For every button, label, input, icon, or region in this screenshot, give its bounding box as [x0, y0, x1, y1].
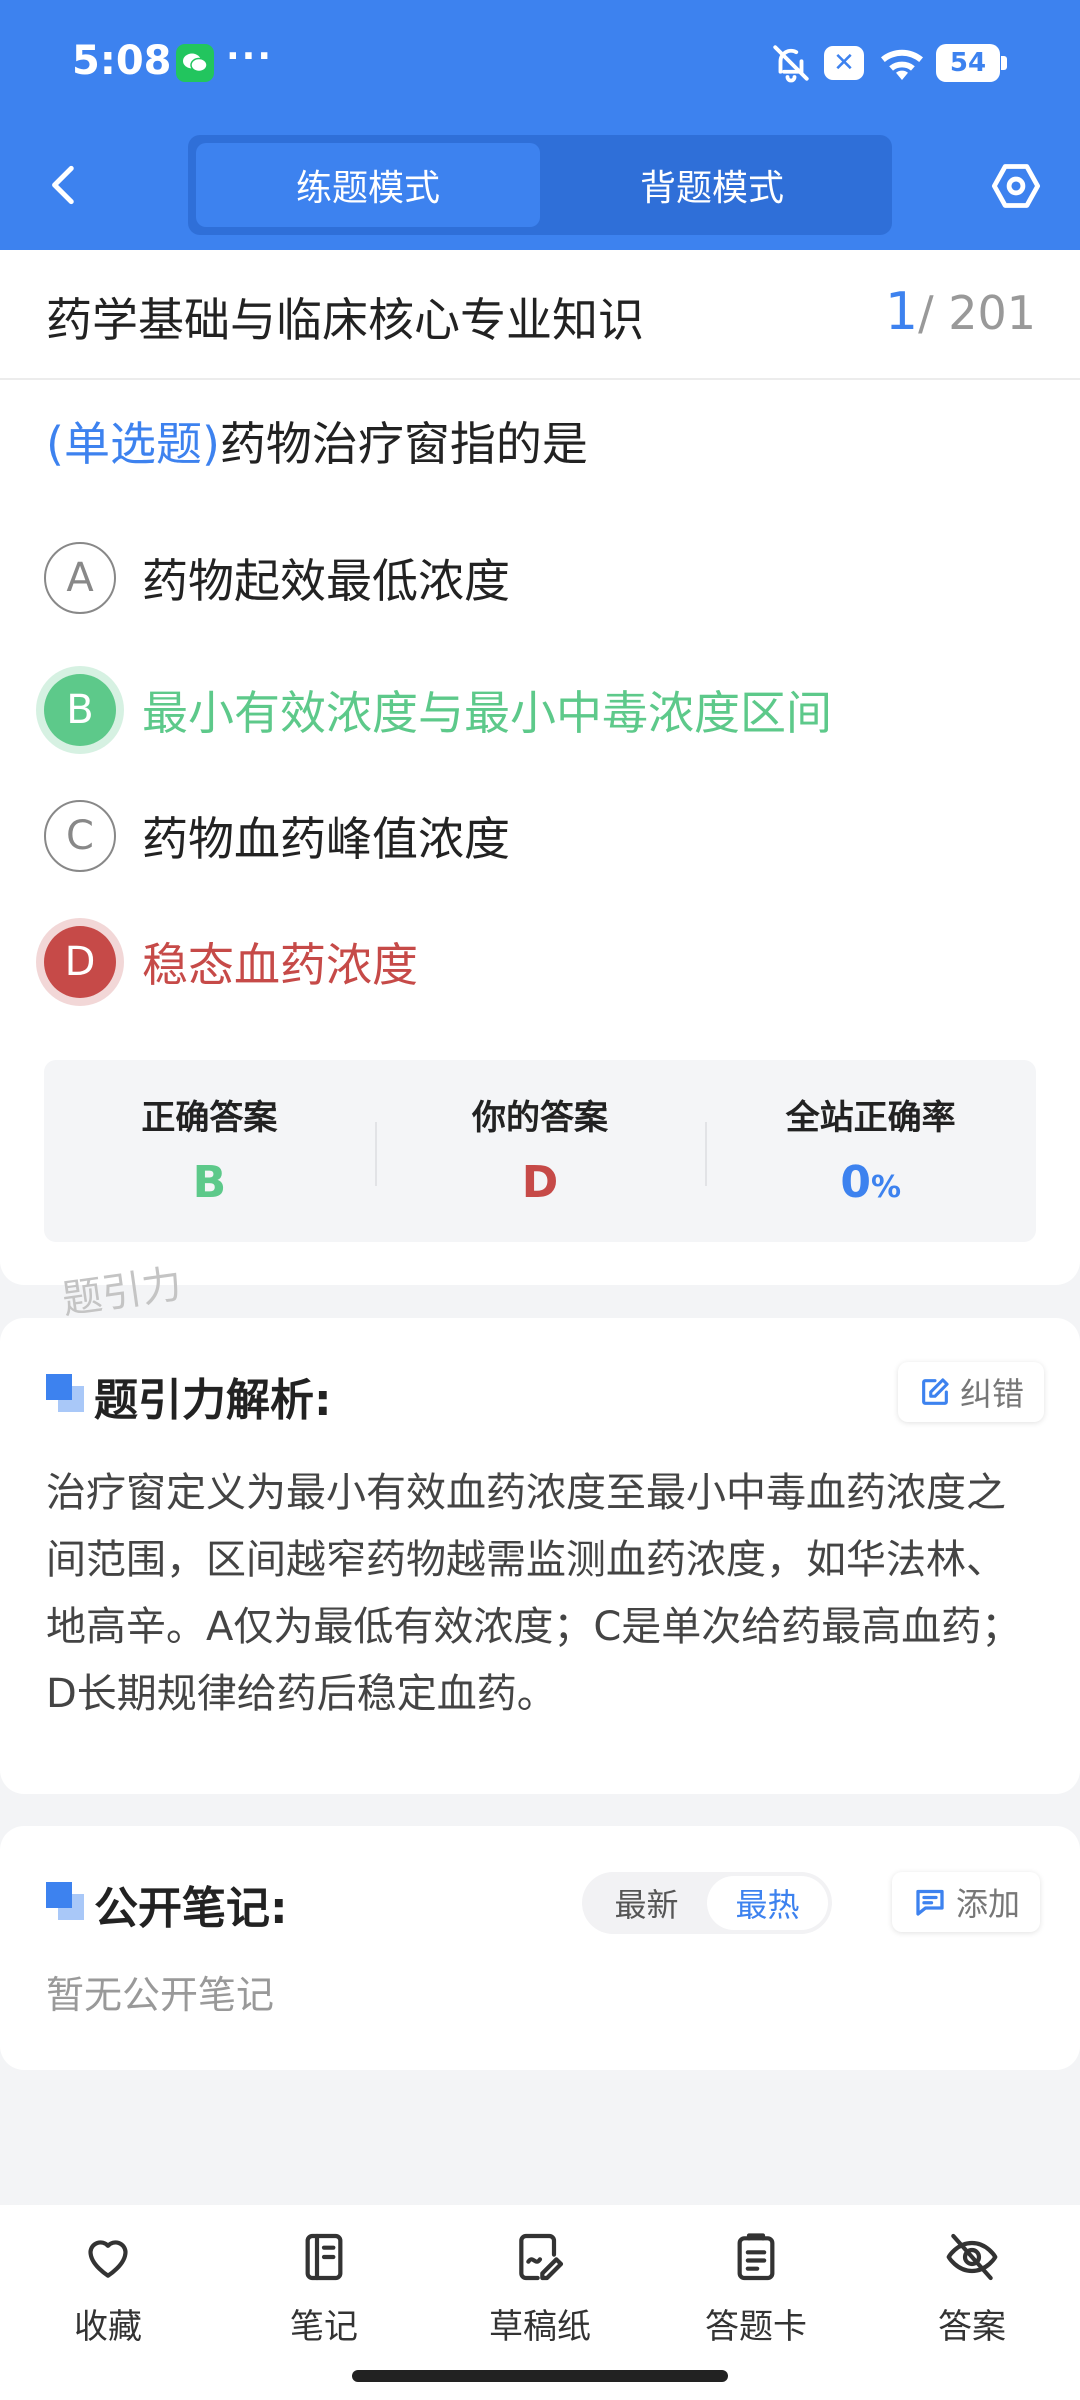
analysis-title: 题引力解析:	[94, 1375, 332, 1426]
edit-icon	[922, 1378, 949, 1405]
notes-title: 公开笔记:	[94, 1883, 288, 1934]
option-letter: D	[44, 926, 116, 998]
notes-empty-text: 暂无公开笔记	[46, 1973, 275, 2017]
section-squares-icon	[46, 1882, 84, 1920]
clipboard-icon	[737, 2233, 775, 2281]
wechat-icon	[176, 44, 214, 82]
favorite-button[interactable]: 收藏	[0, 2205, 216, 2400]
status-bar: 5:08 ··· ✕ 54	[0, 0, 1080, 125]
accuracy-rate-number: 0	[840, 1157, 871, 1208]
option-b[interactable]: B 最小有效浓度与最小中毒浓度区间	[44, 672, 832, 748]
section-squares-icon	[46, 1374, 84, 1412]
status-time: 5:08	[72, 38, 172, 84]
analysis-text: 治疗窗定义为最小有效血药浓度至最小中毒血药浓度之间范围，区间越窄药物越需监测血药…	[46, 1470, 1022, 1717]
comment-icon	[916, 1889, 944, 1916]
your-answer-col: 你的答案 D	[374, 1060, 706, 1242]
option-letter: B	[44, 674, 116, 746]
notes-label: 笔记	[290, 2307, 358, 2347]
option-text: 药物起效最低浓度	[142, 554, 510, 608]
back-arrow-icon[interactable]	[40, 160, 90, 210]
accuracy-rate-col: 全站正确率 0%	[705, 1060, 1036, 1242]
your-answer-label: 你的答案	[472, 1098, 608, 1138]
accuracy-rate-label: 全站正确率	[785, 1098, 956, 1138]
subject-title: 药学基础与临床核心专业知识	[46, 293, 644, 347]
tab-recite-mode[interactable]: 背题模式	[540, 143, 884, 227]
correct-answer-col: 正确答案 B	[44, 1060, 375, 1242]
accuracy-rate-unit: %	[870, 1170, 902, 1205]
add-note-label: 添加	[956, 1885, 1021, 1923]
accuracy-rate-value: 0%	[705, 1157, 1036, 1208]
bell-off-icon	[773, 45, 809, 83]
mode-switch: 练题模式 背题模式	[188, 135, 892, 235]
question-text: (单选题)药物治疗窗指的是	[46, 408, 588, 474]
add-note-button[interactable]: 添加	[892, 1872, 1041, 1932]
heart-icon	[88, 2240, 128, 2278]
notebook-icon	[305, 2233, 343, 2281]
question-counter: 1/ 201	[885, 282, 1036, 342]
draft-paper-label: 草稿纸	[489, 2307, 591, 2347]
draft-icon	[519, 2233, 564, 2281]
question-type: (单选题)	[46, 417, 220, 471]
toggle-answer-button[interactable]: 答案	[864, 2205, 1080, 2400]
correct-answer-label: 正确答案	[141, 1098, 278, 1138]
question-stem: 药物治疗窗指的是	[219, 417, 588, 471]
analysis-card: 题引力解析: 纠错 治疗窗定义为最小有效血药浓度至最小中毒血药浓度之间范围，区间…	[0, 1318, 1080, 1794]
correct-answer-value: B	[192, 1157, 227, 1208]
sort-latest[interactable]: 最新	[586, 1876, 707, 1930]
option-text: 稳态血药浓度	[142, 938, 418, 992]
notification-x-icon: ✕	[824, 46, 864, 80]
header: 5:08 ··· ✕ 54 练题模式 背题模式	[0, 0, 1080, 250]
option-letter: C	[44, 800, 116, 872]
total-questions: / 201	[918, 286, 1036, 340]
notes-sort-toggle: 最新 最热	[582, 1872, 832, 1934]
question-card: 药学基础与临床核心专业知识 1/ 201 (单选题)药物治疗窗指的是 A 药物起…	[0, 250, 1080, 1285]
settings-hexagon-icon[interactable]	[990, 160, 1042, 212]
subject-row: 药学基础与临床核心专业知识 1/ 201	[0, 250, 1080, 380]
report-error-label: 纠错	[960, 1375, 1025, 1413]
option-text: 最小有效浓度与最小中毒浓度区间	[142, 686, 832, 740]
your-answer-value: D	[521, 1157, 559, 1208]
battery-indicator: 54	[936, 44, 1007, 82]
home-indicator[interactable]	[352, 2370, 728, 2382]
answer-label: 答案	[938, 2307, 1006, 2347]
answer-summary: 正确答案 B 你的答案 D 全站正确率 0%	[44, 1060, 1036, 1242]
eye-off-icon	[946, 2233, 998, 2281]
current-question-number: 1	[884, 282, 919, 342]
option-c[interactable]: C 药物血药峰值浓度	[44, 798, 510, 874]
report-error-button[interactable]: 纠错	[898, 1362, 1045, 1422]
option-a[interactable]: A 药物起效最低浓度	[44, 540, 510, 616]
tab-practice-mode[interactable]: 练题模式	[196, 143, 540, 227]
more-notifications-icon: ···	[226, 36, 274, 77]
sort-hot[interactable]: 最热	[707, 1876, 828, 1930]
answer-card-label: 答题卡	[705, 2307, 807, 2347]
option-text: 药物血药峰值浓度	[142, 812, 510, 866]
wifi-icon	[881, 49, 923, 80]
option-d[interactable]: D 稳态血药浓度	[44, 924, 418, 1000]
favorite-label: 收藏	[74, 2307, 142, 2347]
option-letter: A	[44, 542, 116, 614]
public-notes-card: 公开笔记: 最新 最热 添加 暂无公开笔记	[0, 1826, 1080, 2070]
